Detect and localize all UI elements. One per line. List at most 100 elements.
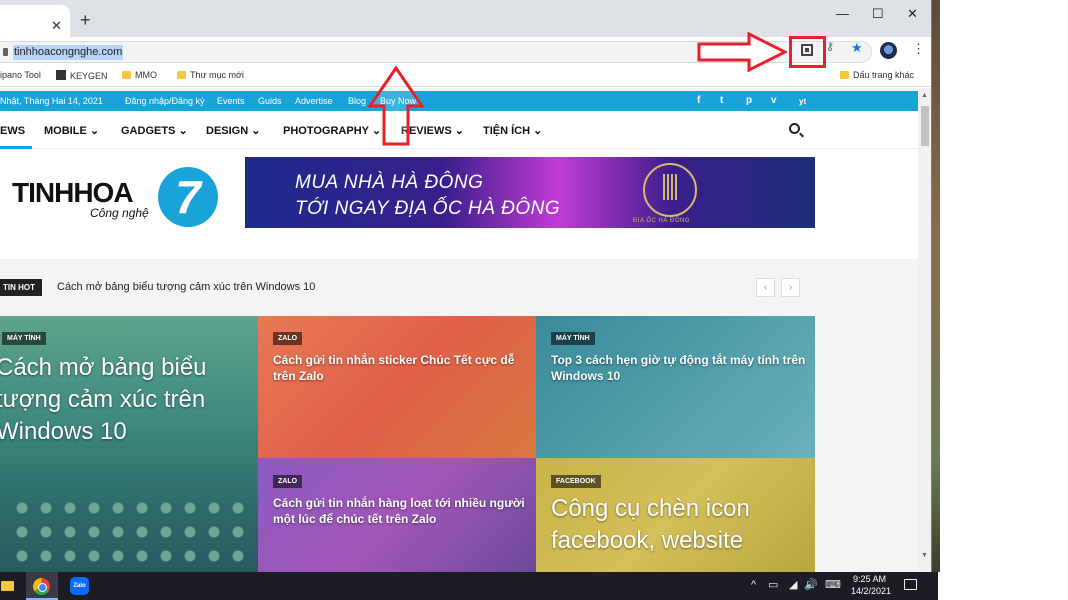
scroll-down-icon[interactable]: ▼ — [921, 552, 928, 559]
topbar-login-link[interactable]: Đăng nhập/Đăng ký — [125, 96, 205, 106]
wifi-icon[interactable]: ◢ — [789, 579, 797, 591]
new-tab-button[interactable]: + — [80, 11, 91, 29]
bookmark-thu-muc-moi[interactable]: Thư mục mới — [177, 70, 244, 81]
keyboard-icon[interactable]: ⌨ — [825, 579, 841, 591]
clock-date[interactable]: 14/2/2021 — [851, 586, 891, 597]
nav-news[interactable]: EWS — [0, 125, 25, 137]
site-logo-badge[interactable]: 7 — [158, 167, 218, 227]
bookmark-label: Thư mục mới — [190, 70, 244, 80]
banner-line-1: MUA NHÀ HÀ ĐÔNG — [295, 172, 484, 193]
menu-icon[interactable]: ⋮ — [912, 42, 925, 55]
bookmarks-bar: ipano Tool KEYGEN MMO Thư mục mới Dấu tr… — [0, 65, 931, 87]
chrome-icon[interactable] — [26, 572, 58, 600]
zalo-label: Zalo — [70, 577, 89, 595]
tile-title[interactable]: Cách gửi tin nhắn hàng loạt tới nhiều ng… — [273, 495, 533, 527]
youtube-icon[interactable]: yt — [799, 96, 806, 107]
active-tab[interactable]: ✕ — [0, 5, 70, 37]
close-window-button[interactable]: ✕ — [907, 7, 918, 20]
banner-brand: ĐỊA ỐC HÀ ĐÔNG — [633, 218, 691, 224]
featured-tile[interactable]: ZALO Cách gửi tin nhắn hàng loạt tới nhi… — [258, 458, 536, 572]
news-ticker: TIN HOT Cách mở bảng biểu tượng cảm xúc … — [0, 269, 818, 305]
scroll-up-icon[interactable]: ▲ — [921, 92, 928, 99]
minimize-button[interactable]: — — [836, 7, 849, 20]
chevron-down-icon: ⌄ — [530, 125, 543, 137]
bookmark-ipano-tool[interactable]: ipano Tool — [0, 70, 41, 81]
pinterest-icon[interactable]: p — [746, 95, 752, 106]
chevron-down-icon: ⌄ — [175, 125, 188, 137]
bookmark-keygen[interactable]: KEYGEN — [56, 70, 108, 82]
zalo-icon[interactable]: Zalo — [64, 572, 96, 600]
nav-gadgets[interactable]: GADGETS ⌄ — [121, 125, 188, 137]
bookmark-label: KEYGEN — [70, 71, 108, 81]
tab-close-icon[interactable]: ✕ — [51, 19, 62, 32]
folder-icon — [840, 71, 849, 79]
tile-title[interactable]: Top 3 cách hẹn giờ tự động tắt máy tính … — [551, 352, 811, 384]
banner-line-2: TỚI NGAY ĐỊA ỐC HÀ ĐÔNG — [295, 198, 561, 219]
vimeo-icon[interactable]: v — [771, 95, 777, 106]
tile-category[interactable]: ZALO — [273, 475, 303, 488]
tile-category[interactable]: MÁY TÍNH — [2, 332, 46, 345]
folder-icon — [122, 71, 131, 79]
tray-network-icon[interactable]: ▭ — [768, 579, 778, 591]
web-page: Nhật, Tháng Hai 14, 2021 Đăng nhập/Đăng … — [0, 88, 918, 572]
nav-tien-ich[interactable]: TIỆN ÍCH ⌄ — [483, 125, 542, 137]
ticker-prev-button[interactable]: ‹ — [756, 278, 775, 297]
facebook-icon[interactable]: f — [697, 95, 700, 106]
site-logo[interactable]: TINHHOA — [12, 178, 134, 208]
featured-grid: MÁY TÍNH Cách mở bảng biểu tượng cảm xúc… — [0, 316, 815, 572]
windows-taskbar: Zalo ^ ▭ ◢ 🔊 ⌨ 9:25 AM 14/2/2021 — [0, 572, 938, 600]
clock-time[interactable]: 9:25 AM — [853, 574, 886, 585]
browser-window: ✕ + — ☐ ✕ tinhhoacongnghe.com ⚷ ★ ⋮ ipan… — [0, 0, 932, 572]
site-topbar: Nhật, Tháng Hai 14, 2021 Đăng nhập/Đăng … — [0, 91, 918, 111]
nav-label: GADGETS — [121, 125, 176, 137]
main-navigation: EWS MOBILE ⌄ GADGETS ⌄ DESIGN ⌄ PHOTOGRA… — [0, 111, 918, 149]
bookmark-mmo[interactable]: MMO — [122, 70, 157, 81]
star-icon[interactable]: ★ — [851, 41, 863, 54]
chevron-down-icon: ⌄ — [86, 125, 100, 137]
ticker-headline[interactable]: Cách mở bảng biểu tượng cảm xúc trên Win… — [57, 281, 315, 293]
nav-label: DESIGN — [206, 125, 249, 137]
notification-icon[interactable] — [904, 579, 917, 590]
nav-label: MOBILE — [44, 125, 87, 137]
tile-category[interactable]: MÁY TÍNH — [551, 332, 595, 345]
emoji-panel-image — [10, 496, 250, 572]
ad-banner[interactable]: MUA NHÀ HÀ ĐÔNG TỚI NGAY ĐỊA ỐC HÀ ĐÔNG … — [245, 157, 815, 228]
nav-label: PHOTOGRAPHY — [283, 125, 369, 137]
volume-icon[interactable]: 🔊 — [804, 579, 818, 591]
chevron-down-icon: ⌄ — [248, 125, 261, 137]
key-icon[interactable]: ⚷ — [826, 42, 834, 53]
image-icon — [56, 70, 66, 80]
nav-label: TIỆN ÍCH — [483, 125, 531, 137]
featured-tile[interactable]: MÁY TÍNH Top 3 cách hẹn giờ tự động tắt … — [536, 316, 815, 458]
profile-avatar[interactable] — [880, 42, 897, 59]
site-header: TINHHOA Công nghệ 7 MUA NHÀ HÀ ĐÔNG TỚI … — [0, 149, 918, 259]
page-scrollbar[interactable]: ▲ ▼ — [918, 88, 931, 572]
featured-tile[interactable]: MÁY TÍNH Cách mở bảng biểu tượng cảm xúc… — [0, 316, 258, 572]
nav-photography[interactable]: PHOTOGRAPHY ⌄ — [283, 125, 381, 137]
nav-design[interactable]: DESIGN ⌄ — [206, 125, 260, 137]
topbar-events-link[interactable]: Events — [217, 96, 245, 106]
tile-title[interactable]: Cách mở bảng biểu tượng cảm xúc trên Win… — [0, 352, 246, 448]
topbar-guids-link[interactable]: Guids — [258, 96, 282, 106]
tile-category[interactable]: ZALO — [273, 332, 303, 345]
lock-icon[interactable] — [3, 48, 8, 56]
ticker-next-button[interactable]: › — [781, 278, 800, 297]
tile-category[interactable]: FACEBOOK — [551, 475, 601, 488]
tray-chevron-icon[interactable]: ^ — [751, 579, 756, 591]
other-bookmarks[interactable]: Dấu trang khác — [840, 70, 914, 81]
topbar-blog-link[interactable]: Blog — [348, 96, 366, 106]
featured-tile[interactable]: ZALO Cách gửi tin nhắn sticker Chúc Tết … — [258, 316, 536, 458]
maximize-button[interactable]: ☐ — [872, 7, 884, 20]
search-icon[interactable] — [789, 123, 800, 134]
featured-tile[interactable]: FACEBOOK Công cụ chèn icon facebook, web… — [536, 458, 815, 572]
tile-title[interactable]: Cách gửi tin nhắn sticker Chúc Tết cực d… — [273, 352, 533, 384]
nav-mobile[interactable]: MOBILE ⌄ — [44, 125, 99, 137]
twitter-icon[interactable]: t — [720, 95, 723, 106]
tile-title[interactable]: Công cụ chèn icon facebook, website — [551, 493, 813, 557]
url-text[interactable]: tinhhoacongnghe.com — [13, 45, 124, 60]
file-explorer-icon[interactable] — [0, 572, 26, 600]
scrollbar-thumb[interactable] — [921, 106, 929, 146]
building-icon — [643, 163, 697, 217]
topbar-advertise-link[interactable]: Advertise — [295, 96, 333, 106]
bookmark-label: Dấu trang khác — [853, 70, 915, 80]
